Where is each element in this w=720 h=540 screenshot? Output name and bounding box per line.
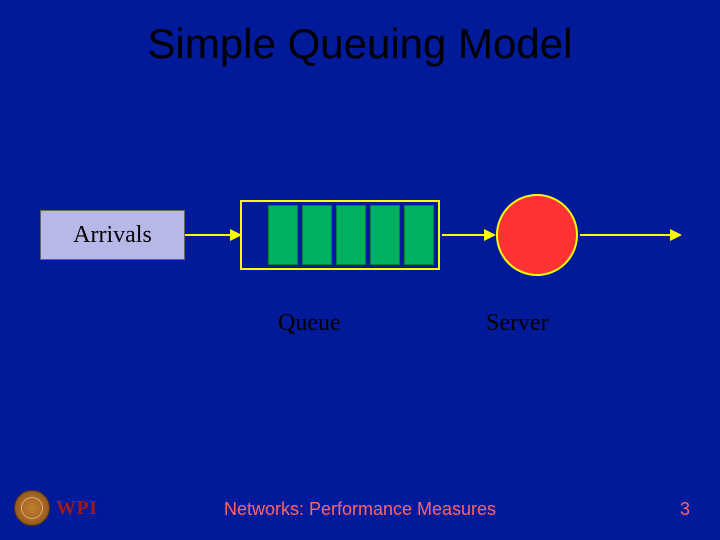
server-label: Server	[486, 310, 549, 337]
arrivals-box: Arrivals	[40, 210, 185, 260]
queue-slot	[302, 205, 332, 265]
queue-slot	[268, 205, 298, 265]
page-number: 3	[680, 499, 690, 520]
arrow-departures	[580, 234, 680, 236]
arrivals-label: Arrivals	[73, 222, 152, 249]
slide-title: Simple Queuing Model	[0, 20, 720, 68]
queue-label: Queue	[278, 310, 341, 337]
arrow-queue-to-server	[442, 234, 494, 236]
queue-slot	[404, 205, 434, 265]
queuing-diagram: Arrivals	[30, 200, 690, 300]
queue-slot	[336, 205, 366, 265]
footer-text: Networks: Performance Measures	[0, 499, 720, 520]
queue-slot	[370, 205, 400, 265]
server-node	[496, 194, 578, 276]
queue-box	[240, 200, 440, 270]
arrow-arrivals-to-queue	[185, 234, 240, 236]
